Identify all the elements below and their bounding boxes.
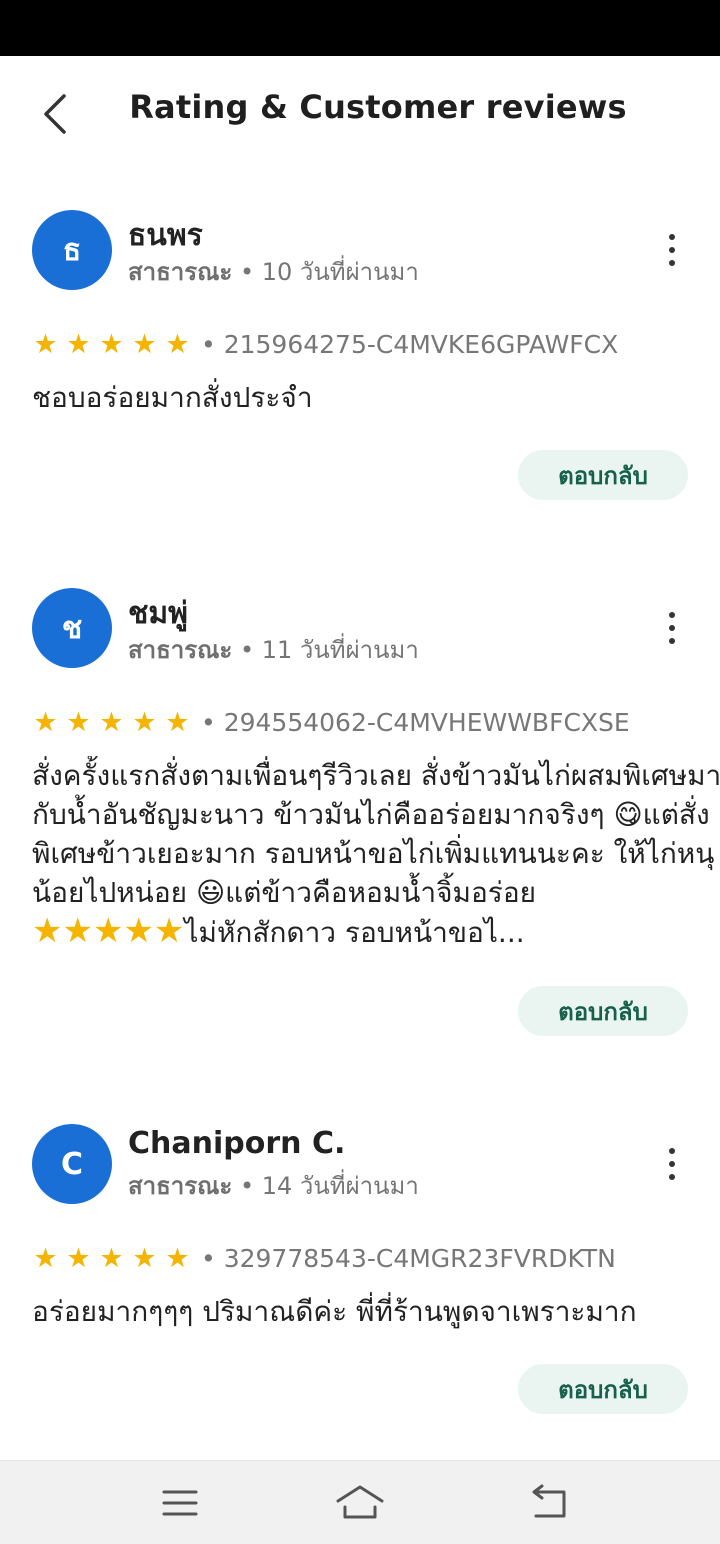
star-icon: ★ [66,1243,91,1274]
review-text-part: แต่ข้าวคือหอมน้ำจิ้มอร่อย [225,876,537,909]
visibility-label: สาธารณะ [128,636,233,664]
reply-button[interactable]: ตอบกลับ [518,986,688,1036]
yum-emoji: 😋 [613,798,643,831]
review-text-part: ไม่หักสักดาว รอบหน้าขอไ... [184,916,525,949]
review-time: • 10 วันที่ผ่านมา [239,258,419,286]
rating-row: ★ ★ ★ ★ ★ • 294554062-C4MVHEWWBFCXSE [32,708,630,737]
avatar: ช [32,588,112,668]
system-nav-bar [0,1460,720,1544]
star-icon: ★ [99,1243,124,1274]
visibility-label: สาธารณะ [128,1172,233,1200]
review-text: ชอบอร่อยมากสั่งประจำ [32,381,313,414]
avatar: C [32,1124,112,1204]
star-emojis: ★★★★★ [32,911,185,951]
page-title: Rating & Customer reviews [129,88,627,126]
reviewer-name: Chaniporn C. [128,1126,346,1161]
review-meta: สาธารณะ • 10 วันที่ผ่านมา [128,252,419,291]
smile-emoji: 😃 [195,876,226,909]
star-rating: ★ ★ ★ ★ ★ [32,1245,191,1272]
back-nav-button[interactable] [520,1479,580,1527]
back-arrow-icon [532,1484,566,1518]
star-icon: ★ [132,329,157,360]
star-rating: ★ ★ ★ ★ ★ [32,709,191,736]
order-id: • 294554062-C4MVHEWWBFCXSE [201,708,630,737]
reply-button[interactable]: ตอบกลับ [518,450,688,500]
review-time: • 11 วันที่ผ่านมา [239,636,419,664]
avatar: ธ [32,210,112,290]
menu-icon [162,1490,198,1516]
more-vertical-icon [669,234,675,240]
star-icon: ★ [165,329,190,360]
order-id: • 215964275-C4MVKE6GPAWFCX [201,330,619,359]
review-time: • 14 วันที่ผ่านมา [239,1172,419,1200]
review-meta: สาธารณะ • 11 วันที่ผ่านมา [128,630,419,669]
status-bar [0,0,720,56]
rating-row: ★ ★ ★ ★ ★ • 329778543-C4MGR23FVRDKTN [32,1244,616,1273]
star-icon: ★ [66,329,91,360]
star-icon: ★ [33,329,58,360]
rating-row: ★ ★ ★ ★ ★ • 215964275-C4MVKE6GPAWFCX [32,330,618,359]
star-rating: ★ ★ ★ ★ ★ [32,331,191,358]
reply-button[interactable]: ตอบกลับ [518,1364,688,1414]
star-icon: ★ [99,329,124,360]
star-icon: ★ [132,1243,157,1274]
home-button[interactable] [330,1479,390,1527]
more-options-button[interactable] [652,222,692,278]
more-vertical-icon [669,1148,675,1154]
star-icon: ★ [66,707,91,738]
more-vertical-icon [669,612,675,618]
star-icon: ★ [165,707,190,738]
more-options-button[interactable] [652,600,692,656]
more-options-button[interactable] [652,1136,692,1192]
star-icon: ★ [99,707,124,738]
star-icon: ★ [132,707,157,738]
header: Rating & Customer reviews [0,56,720,166]
recent-apps-button[interactable] [150,1479,210,1527]
review-text: สั่งครั้งแรกสั่งตามเพื่อนๆรีวิวเลย สั่งข… [32,756,720,951]
review-meta: สาธารณะ • 14 วันที่ผ่านมา [128,1166,419,1205]
star-icon: ★ [33,1243,58,1274]
visibility-label: สาธารณะ [128,258,233,286]
star-icon: ★ [33,707,58,738]
star-icon: ★ [165,1243,190,1274]
review-text: อร่อยมากๆๆๆ ปริมาณดีค่ะ พี่ที่ร้านพูดจาเ… [32,1295,637,1328]
order-id: • 329778543-C4MGR23FVRDKTN [201,1244,616,1273]
home-icon [336,1485,384,1519]
